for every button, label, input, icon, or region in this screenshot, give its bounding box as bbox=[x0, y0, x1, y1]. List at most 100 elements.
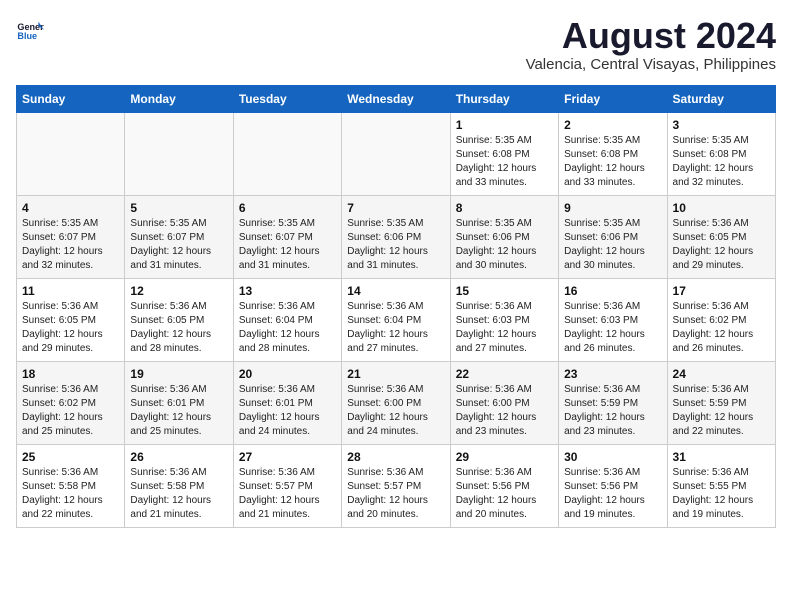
calendar-cell: 29 Sunrise: 5:36 AMSunset: 5:56 PMDayligh… bbox=[450, 444, 558, 527]
day-of-week-header: Thursday bbox=[450, 85, 558, 112]
day-info: Sunrise: 5:35 AMSunset: 6:08 PMDaylight:… bbox=[456, 134, 553, 190]
calendar-cell: 13Sunrise: 5:36 AMSunset: 6:04 PMDayligh… bbox=[233, 278, 341, 361]
day-number: 20 bbox=[239, 367, 336, 381]
svg-text:Blue: Blue bbox=[17, 31, 37, 41]
day-number: 12 bbox=[130, 284, 227, 298]
day-info: Sunrise: 5:36 AMSunset: 5:59 PMDaylight:… bbox=[673, 383, 770, 439]
day-info: Sunrise: 5:36 AMSunset: 5:58 PMDaylight:… bbox=[130, 466, 227, 522]
calendar-cell: 23Sunrise: 5:36 AMSunset: 5:59 PMDayligh… bbox=[559, 361, 667, 444]
calendar-cell bbox=[17, 112, 125, 195]
month-title: August 2024 bbox=[526, 16, 776, 56]
calendar-cell bbox=[342, 112, 450, 195]
day-info: Sunrise: 5:36 AMSunset: 6:00 PMDaylight:… bbox=[456, 383, 553, 439]
day-info: Sunrise: 5:36 AMSunset: 6:05 PMDaylight:… bbox=[673, 217, 770, 273]
day-info: Sunrise: 5:35 AMSunset: 6:08 PMDaylight:… bbox=[564, 134, 661, 190]
calendar-cell: 21 Sunrise: 5:36 AMSunset: 6:00 PMDayligh… bbox=[342, 361, 450, 444]
day-info: Sunrise: 5:36 AMSunset: 5:56 PMDaylight:… bbox=[456, 466, 553, 522]
day-number: 18 bbox=[22, 367, 119, 381]
day-number: 7 bbox=[347, 201, 444, 215]
day-info: Sunrise: 5:36 AMSunset: 6:05 PMDaylight:… bbox=[22, 300, 119, 356]
calendar-week-row: 1 Sunrise: 5:35 AMSunset: 6:08 PMDaylight… bbox=[17, 112, 776, 195]
calendar-cell: 2 Sunrise: 5:35 AMSunset: 6:08 PMDaylight… bbox=[559, 112, 667, 195]
day-info: Sunrise: 5:36 AMSunset: 6:04 PMDaylight:… bbox=[347, 300, 444, 356]
day-number: 2 bbox=[564, 118, 661, 132]
day-number: 26 bbox=[130, 450, 227, 464]
day-number: 28 bbox=[347, 450, 444, 464]
day-number: 25 bbox=[22, 450, 119, 464]
calendar-cell: 28 Sunrise: 5:36 AMSunset: 5:57 PMDayligh… bbox=[342, 444, 450, 527]
calendar-cell: 10Sunrise: 5:36 AMSunset: 6:05 PMDayligh… bbox=[667, 195, 775, 278]
day-info: Sunrise: 5:36 AMSunset: 6:02 PMDaylight:… bbox=[22, 383, 119, 439]
day-info: Sunrise: 5:36 AMSunset: 6:05 PMDaylight:… bbox=[130, 300, 227, 356]
calendar-cell: 15 Sunrise: 5:36 AMSunset: 6:03 PMDayligh… bbox=[450, 278, 558, 361]
calendar-cell bbox=[125, 112, 233, 195]
calendar-cell: 20 Sunrise: 5:36 AMSunset: 6:01 PMDayligh… bbox=[233, 361, 341, 444]
calendar-week-row: 11 Sunrise: 5:36 AMSunset: 6:05 PMDayligh… bbox=[17, 278, 776, 361]
day-info: Sunrise: 5:36 AMSunset: 6:03 PMDaylight:… bbox=[456, 300, 553, 356]
calendar-cell: 31 Sunrise: 5:36 AMSunset: 5:55 PMDayligh… bbox=[667, 444, 775, 527]
calendar-cell bbox=[233, 112, 341, 195]
day-of-week-header: Wednesday bbox=[342, 85, 450, 112]
calendar-cell: 19Sunrise: 5:36 AMSunset: 6:01 PMDayligh… bbox=[125, 361, 233, 444]
day-info: Sunrise: 5:36 AMSunset: 5:58 PMDaylight:… bbox=[22, 466, 119, 522]
day-info: Sunrise: 5:35 AMSunset: 6:06 PMDaylight:… bbox=[347, 217, 444, 273]
calendar-cell: 22 Sunrise: 5:36 AMSunset: 6:00 PMDayligh… bbox=[450, 361, 558, 444]
day-of-week-header: Monday bbox=[125, 85, 233, 112]
calendar-cell: 17Sunrise: 5:36 AMSunset: 6:02 PMDayligh… bbox=[667, 278, 775, 361]
day-info: Sunrise: 5:36 AMSunset: 6:00 PMDaylight:… bbox=[347, 383, 444, 439]
day-info: Sunrise: 5:36 AMSunset: 6:01 PMDaylight:… bbox=[239, 383, 336, 439]
day-number: 24 bbox=[673, 367, 770, 381]
logo: General Blue bbox=[16, 16, 44, 44]
day-of-week-header: Saturday bbox=[667, 85, 775, 112]
day-info: Sunrise: 5:36 AMSunset: 5:57 PMDaylight:… bbox=[347, 466, 444, 522]
calendar-cell: 5Sunrise: 5:35 AMSunset: 6:07 PMDaylight… bbox=[125, 195, 233, 278]
day-number: 30 bbox=[564, 450, 661, 464]
day-info: Sunrise: 5:35 AMSunset: 6:07 PMDaylight:… bbox=[130, 217, 227, 273]
day-info: Sunrise: 5:36 AMSunset: 5:59 PMDaylight:… bbox=[564, 383, 661, 439]
calendar-cell: 25 Sunrise: 5:36 AMSunset: 5:58 PMDayligh… bbox=[17, 444, 125, 527]
calendar-cell: 30 Sunrise: 5:36 AMSunset: 5:56 PMDayligh… bbox=[559, 444, 667, 527]
day-number: 8 bbox=[456, 201, 553, 215]
day-number: 31 bbox=[673, 450, 770, 464]
day-number: 16 bbox=[564, 284, 661, 298]
day-number: 6 bbox=[239, 201, 336, 215]
calendar-cell: 1 Sunrise: 5:35 AMSunset: 6:08 PMDaylight… bbox=[450, 112, 558, 195]
calendar-cell: 7 Sunrise: 5:35 AMSunset: 6:06 PMDaylight… bbox=[342, 195, 450, 278]
calendar-week-row: 18 Sunrise: 5:36 AMSunset: 6:02 PMDayligh… bbox=[17, 361, 776, 444]
calendar-cell: 6 Sunrise: 5:35 AMSunset: 6:07 PMDaylight… bbox=[233, 195, 341, 278]
subtitle: Valencia, Central Visayas, Philippines bbox=[526, 56, 776, 73]
calendar-week-row: 4 Sunrise: 5:35 AMSunset: 6:07 PMDaylight… bbox=[17, 195, 776, 278]
day-of-week-header: Tuesday bbox=[233, 85, 341, 112]
calendar-cell: 9Sunrise: 5:35 AMSunset: 6:06 PMDaylight… bbox=[559, 195, 667, 278]
day-number: 21 bbox=[347, 367, 444, 381]
calendar-cell: 4 Sunrise: 5:35 AMSunset: 6:07 PMDaylight… bbox=[17, 195, 125, 278]
day-info: Sunrise: 5:36 AMSunset: 6:04 PMDaylight:… bbox=[239, 300, 336, 356]
calendar-cell: 12 Sunrise: 5:36 AMSunset: 6:05 PMDayligh… bbox=[125, 278, 233, 361]
day-info: Sunrise: 5:35 AMSunset: 6:07 PMDaylight:… bbox=[239, 217, 336, 273]
day-info: Sunrise: 5:36 AMSunset: 5:56 PMDaylight:… bbox=[564, 466, 661, 522]
day-info: Sunrise: 5:35 AMSunset: 6:07 PMDaylight:… bbox=[22, 217, 119, 273]
calendar-table: SundayMondayTuesdayWednesdayThursdayFrid… bbox=[16, 85, 776, 528]
day-info: Sunrise: 5:35 AMSunset: 6:06 PMDaylight:… bbox=[456, 217, 553, 273]
day-info: Sunrise: 5:36 AMSunset: 5:55 PMDaylight:… bbox=[673, 466, 770, 522]
calendar-cell: 26 Sunrise: 5:36 AMSunset: 5:58 PMDayligh… bbox=[125, 444, 233, 527]
calendar-cell: 14 Sunrise: 5:36 AMSunset: 6:04 PMDayligh… bbox=[342, 278, 450, 361]
day-number: 29 bbox=[456, 450, 553, 464]
day-number: 11 bbox=[22, 284, 119, 298]
day-number: 15 bbox=[456, 284, 553, 298]
calendar-cell: 3Sunrise: 5:35 AMSunset: 6:08 PMDaylight… bbox=[667, 112, 775, 195]
day-number: 14 bbox=[347, 284, 444, 298]
header: General Blue August 2024 Valencia, Centr… bbox=[16, 16, 776, 73]
day-of-week-header: Friday bbox=[559, 85, 667, 112]
day-number: 3 bbox=[673, 118, 770, 132]
day-number: 9 bbox=[564, 201, 661, 215]
calendar-cell: 16Sunrise: 5:36 AMSunset: 6:03 PMDayligh… bbox=[559, 278, 667, 361]
day-number: 4 bbox=[22, 201, 119, 215]
logo-icon: General Blue bbox=[16, 16, 44, 44]
calendar-week-row: 25 Sunrise: 5:36 AMSunset: 5:58 PMDayligh… bbox=[17, 444, 776, 527]
calendar-cell: 11 Sunrise: 5:36 AMSunset: 6:05 PMDayligh… bbox=[17, 278, 125, 361]
calendar-body: 1 Sunrise: 5:35 AMSunset: 6:08 PMDaylight… bbox=[17, 112, 776, 527]
day-number: 1 bbox=[456, 118, 553, 132]
day-number: 22 bbox=[456, 367, 553, 381]
day-number: 19 bbox=[130, 367, 227, 381]
